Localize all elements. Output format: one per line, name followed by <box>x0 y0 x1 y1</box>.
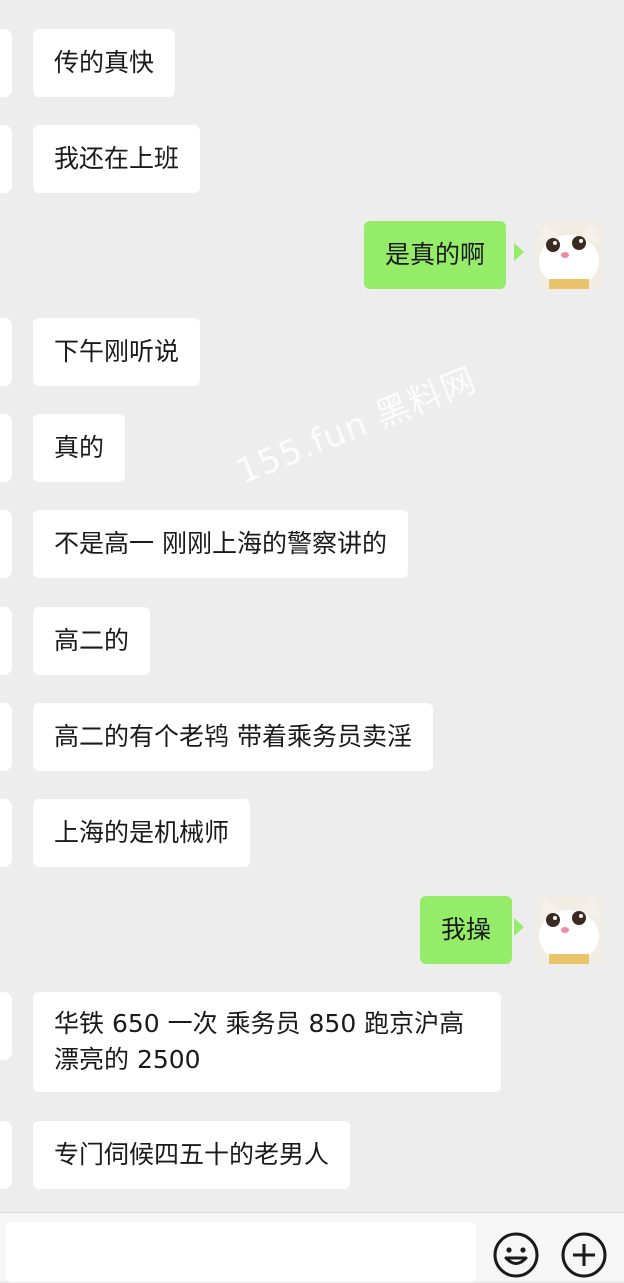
contact-avatar[interactable] <box>0 1121 12 1189</box>
contact-avatar[interactable] <box>0 414 12 482</box>
bubble-tail <box>514 918 524 936</box>
my-avatar[interactable] <box>535 896 603 964</box>
message-row: 下午刚听说 <box>0 318 624 386</box>
contact-avatar[interactable] <box>0 29 12 97</box>
incoming-message-bubble[interactable]: 高二的有个老鸨 带着乘务员卖淫 <box>33 703 433 771</box>
message-row: 上海的是机械师 <box>0 799 624 867</box>
message-row: 专门伺候四五十的老男人 <box>0 1121 624 1189</box>
message-row: 高二的有个老鸨 带着乘务员卖淫 <box>0 703 624 771</box>
input-bar <box>0 1212 624 1282</box>
message-row: 我操 <box>0 896 624 964</box>
bubble-tail <box>514 243 524 261</box>
message-row: 我还在上班 <box>0 125 624 193</box>
contact-avatar[interactable] <box>0 799 12 867</box>
cat-avatar-icon <box>535 896 603 964</box>
incoming-message-bubble[interactable]: 不是高一 刚刚上海的警察讲的 <box>33 510 408 578</box>
smiley-face-icon[interactable] <box>492 1231 540 1279</box>
incoming-message-bubble[interactable]: 高二的 <box>33 607 151 675</box>
incoming-message-bubble[interactable]: 上海的是机械师 <box>33 799 251 867</box>
incoming-message-bubble[interactable]: 下午刚听说 <box>33 318 201 386</box>
message-row: 高二的 <box>0 607 624 675</box>
contact-avatar[interactable] <box>0 510 12 578</box>
message-row: 华铁 650 一次 乘务员 850 跑京沪高漂亮的 2500 <box>0 992 624 1092</box>
contact-avatar[interactable] <box>0 125 12 193</box>
message-row: 传的真快 <box>0 29 624 97</box>
cat-avatar-icon <box>535 221 603 289</box>
incoming-message-bubble[interactable]: 专门伺候四五十的老男人 <box>33 1121 351 1189</box>
incoming-message-bubble[interactable]: 真的 <box>33 414 126 482</box>
message-row: 真的 <box>0 414 624 482</box>
contact-avatar[interactable] <box>0 992 12 1060</box>
contact-avatar[interactable] <box>0 318 12 386</box>
chat-area[interactable]: 传的真快 我还在上班 是真的啊 下午刚听说 真的 不是高一 刚刚上海的警察讲的 … <box>0 0 624 1212</box>
plus-circle-icon[interactable] <box>560 1231 608 1279</box>
message-row: 不是高一 刚刚上海的警察讲的 <box>0 510 624 578</box>
incoming-message-bubble[interactable]: 华铁 650 一次 乘务员 850 跑京沪高漂亮的 2500 <box>33 992 501 1092</box>
message-input[interactable] <box>6 1222 476 1282</box>
outgoing-message-bubble[interactable]: 是真的啊 <box>364 221 507 289</box>
message-row: 是真的啊 <box>0 221 624 289</box>
incoming-message-bubble[interactable]: 我还在上班 <box>33 125 201 193</box>
contact-avatar[interactable] <box>0 703 12 771</box>
outgoing-message-bubble[interactable]: 我操 <box>420 896 513 964</box>
my-avatar[interactable] <box>535 221 603 289</box>
incoming-message-bubble[interactable]: 传的真快 <box>33 29 176 97</box>
contact-avatar[interactable] <box>0 607 12 675</box>
